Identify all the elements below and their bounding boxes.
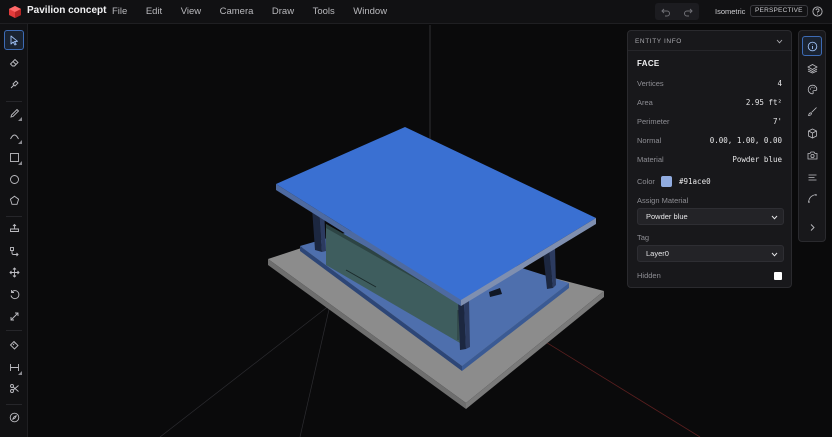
cursor-icon xyxy=(10,35,18,45)
undo-redo-group xyxy=(655,3,699,20)
color-hex-value[interactable]: #91ace0 xyxy=(679,177,711,186)
app-title: Pavilion concept xyxy=(27,5,107,16)
rotate-icon xyxy=(10,289,19,299)
move-tool[interactable] xyxy=(4,262,24,282)
entity-info-rail-button[interactable] xyxy=(802,36,822,56)
eraser-tool[interactable] xyxy=(4,52,24,72)
panel-header[interactable]: ENTITY INFO xyxy=(628,31,791,51)
curves-rail-button[interactable] xyxy=(802,188,822,208)
entity-type: FACE xyxy=(637,59,660,68)
tape-measure-tool[interactable] xyxy=(4,334,24,354)
circle-icon xyxy=(9,174,19,184)
assign-material-value: Powder blue xyxy=(646,212,688,221)
outliner-rail-button[interactable] xyxy=(802,167,822,187)
app-logo-icon xyxy=(9,6,21,18)
color-swatch[interactable] xyxy=(661,176,672,187)
follow-me-icon xyxy=(9,246,19,256)
orbit-tool[interactable] xyxy=(4,407,24,427)
layers-icon xyxy=(806,63,818,73)
curve-icon xyxy=(807,193,817,203)
menu-camera[interactable]: Camera xyxy=(220,6,254,17)
top-bar: Pavilion concept File Edit View Camera D… xyxy=(0,0,832,24)
scenes-rail-button[interactable] xyxy=(802,145,822,165)
info-icon xyxy=(807,41,817,51)
components-rail-button[interactable] xyxy=(802,123,822,143)
normal-value: 0.00, 1.00, 0.00 xyxy=(709,136,782,145)
material-label: Material xyxy=(637,155,664,164)
vertices-label: Vertices xyxy=(637,79,664,88)
assign-material-select[interactable]: Powder blue xyxy=(637,208,784,225)
tag-label: Tag xyxy=(637,233,650,242)
chevron-down-icon xyxy=(771,252,778,257)
layers-rail-button[interactable] xyxy=(802,58,822,78)
follow-me-tool[interactable] xyxy=(4,241,24,261)
tag-value: Layer0 xyxy=(646,249,669,258)
menu-file[interactable]: File xyxy=(112,6,127,17)
color-label: Color xyxy=(637,177,655,186)
polygon-tool[interactable] xyxy=(4,190,24,210)
pencil-tool[interactable] xyxy=(4,103,24,123)
brush-icon xyxy=(807,106,817,116)
push-pull-icon xyxy=(9,223,19,232)
select-tool[interactable] xyxy=(4,30,24,50)
assign-material-label: Assign Material xyxy=(637,196,689,205)
right-panel-rail xyxy=(798,30,826,242)
collapse-rail-button[interactable] xyxy=(802,217,822,237)
normal-label: Normal xyxy=(637,136,662,145)
help-icon[interactable] xyxy=(812,6,823,17)
projection-badge[interactable]: PERSPECTIVE xyxy=(750,5,808,17)
camera-icon xyxy=(807,151,817,159)
menu-bar: File Edit View Camera Draw Tools Window xyxy=(112,6,406,17)
scale-tool[interactable] xyxy=(4,306,24,326)
compass-icon xyxy=(9,412,19,422)
menu-draw[interactable]: Draw xyxy=(272,6,294,17)
chevron-down-icon xyxy=(771,215,778,220)
arc-tool[interactable] xyxy=(4,126,24,146)
rotate-tool[interactable] xyxy=(4,284,24,304)
chevron-right-icon xyxy=(810,223,815,231)
menu-view[interactable]: View xyxy=(181,6,201,17)
dimension-tool[interactable] xyxy=(4,357,24,377)
paint-tool[interactable] xyxy=(4,74,24,94)
tag-select[interactable]: Layer0 xyxy=(637,245,784,262)
perimeter-value: 7' xyxy=(772,117,782,126)
materials-rail-button[interactable] xyxy=(802,79,822,99)
perimeter-label: Perimeter xyxy=(637,117,670,126)
view-mode-label[interactable]: Isometric xyxy=(715,7,745,16)
scissors-icon xyxy=(9,383,19,393)
palette-icon xyxy=(807,84,817,94)
cube-icon xyxy=(807,128,817,138)
vertices-value: 4 xyxy=(777,79,782,88)
panel-title: ENTITY INFO xyxy=(635,38,682,45)
list-icon xyxy=(808,174,816,180)
paint-bucket-icon xyxy=(10,79,19,88)
scale-icon xyxy=(10,312,18,320)
menu-window[interactable]: Window xyxy=(353,6,387,17)
circle-tool[interactable] xyxy=(4,169,24,189)
eraser-icon xyxy=(9,58,19,66)
menu-tools[interactable]: Tools xyxy=(313,6,335,17)
redo-icon[interactable] xyxy=(683,7,693,17)
push-pull-tool[interactable] xyxy=(4,218,24,238)
entity-info-panel: ENTITY INFO FACE Vertices 4 Area 2.95 ft… xyxy=(627,30,792,288)
left-toolbar xyxy=(0,24,28,437)
move-icon xyxy=(8,266,20,278)
tape-measure-icon xyxy=(9,340,19,350)
menu-edit[interactable]: Edit xyxy=(146,6,162,17)
area-value: 2.95 ft² xyxy=(745,98,782,107)
styles-rail-button[interactable] xyxy=(802,101,822,121)
undo-icon[interactable] xyxy=(661,7,671,17)
rectangle-tool[interactable] xyxy=(4,147,24,167)
material-value: Powder blue xyxy=(732,155,782,164)
hidden-label: Hidden xyxy=(637,271,661,280)
area-label: Area xyxy=(637,98,653,107)
hidden-checkbox[interactable] xyxy=(774,272,782,280)
chevron-down-icon[interactable] xyxy=(776,38,783,45)
pentagon-icon xyxy=(9,195,19,205)
section-tool[interactable] xyxy=(4,378,24,398)
